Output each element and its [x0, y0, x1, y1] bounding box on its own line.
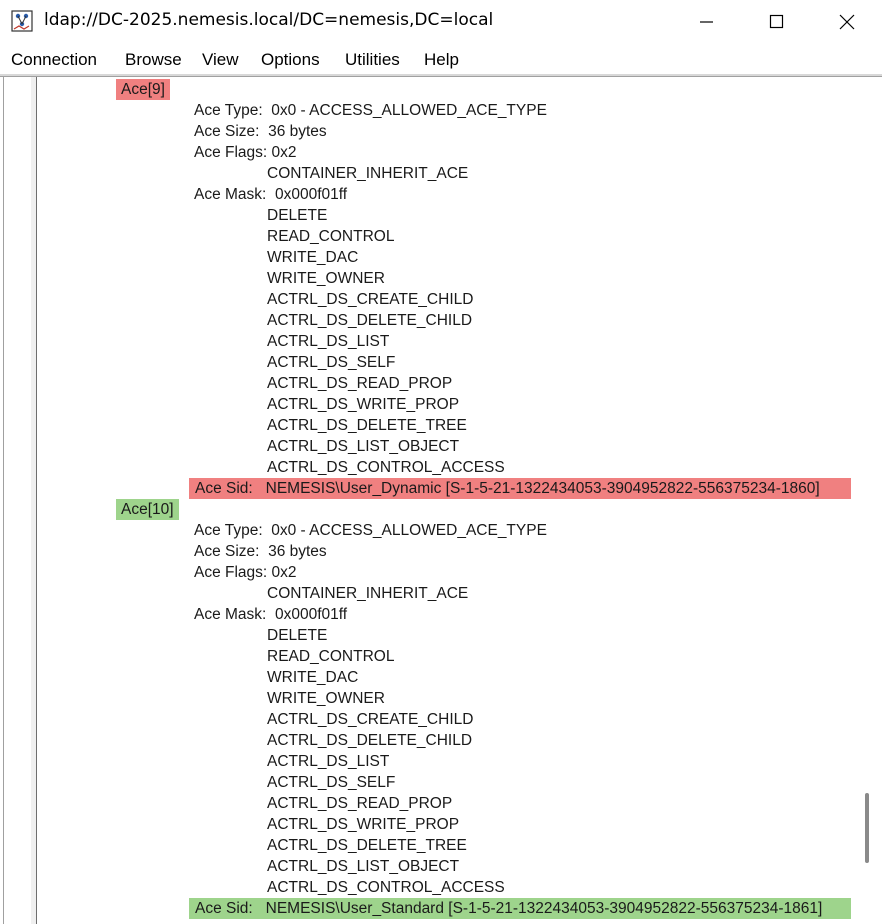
ace-type-line: Ace Type: 0x0 - ACCESS_ALLOWED_ACE_TYPE	[194, 102, 547, 119]
minimize-icon	[700, 21, 713, 23]
ace-right-value: ACTRL_DS_LIST	[267, 753, 390, 770]
minimize-button[interactable]	[674, 0, 740, 44]
ace-right-value: ACTRL_DS_SELF	[267, 774, 396, 791]
ace-right-value: ACTRL_DS_LIST_OBJECT	[267, 438, 460, 455]
ace-flags-line: Ace Flags: 0x2	[194, 144, 297, 161]
ace-right-value: ACTRL_DS_DELETE_TREE	[267, 837, 467, 854]
ace-right-value: DELETE	[267, 627, 328, 644]
ace-flags-line: Ace Flags: 0x2	[194, 564, 297, 581]
ace-right-value: ACTRL_DS_WRITE_PROP	[267, 396, 460, 413]
output-pane[interactable]: Ace[9] Ace Type: 0x0 - ACCESS_ALLOWED_ACE…	[37, 77, 854, 924]
ace-sid-line: Ace Sid: NEMESIS\User_Standard [S-1-5-21…	[189, 898, 851, 919]
tree-pane[interactable]	[0, 77, 32, 924]
ace-right-value: ACTRL_DS_LIST	[267, 333, 390, 350]
ace-flag-value: CONTAINER_INHERIT_ACE	[267, 165, 469, 182]
close-button[interactable]	[814, 0, 880, 44]
ace-right-value: ACTRL_DS_READ_PROP	[267, 375, 453, 392]
title-bar[interactable]: ldap://DC-2025.nemesis.local/DC=nemesis,…	[0, 0, 882, 44]
ace-right-value: ACTRL_DS_DELETE_TREE	[267, 417, 467, 434]
ace-size-line: Ace Size: 36 bytes	[194, 543, 327, 560]
menu-browse[interactable]: Browse	[125, 50, 182, 70]
ace-right-value: WRITE_OWNER	[267, 690, 385, 707]
menu-view[interactable]: View	[202, 50, 239, 70]
maximize-button[interactable]	[744, 0, 810, 44]
menu-utilities[interactable]: Utilities	[345, 50, 400, 70]
ace-right-value: ACTRL_DS_CREATE_CHILD	[267, 711, 474, 728]
ace-right-value: ACTRL_DS_CREATE_CHILD	[267, 291, 474, 308]
ace-size-line: Ace Size: 36 bytes	[194, 123, 327, 140]
tree-pane-border	[3, 77, 4, 924]
ace-type-line: Ace Type: 0x0 - ACCESS_ALLOWED_ACE_TYPE	[194, 522, 547, 539]
ace-right-value: ACTRL_DS_CONTROL_ACCESS	[267, 459, 505, 476]
ace-right-value: ACTRL_DS_DELETE_CHILD	[267, 312, 473, 329]
menu-connection[interactable]: Connection	[11, 50, 97, 70]
ace-right-value: ACTRL_DS_LIST_OBJECT	[267, 858, 460, 875]
menu-options[interactable]: Options	[261, 50, 320, 70]
ace-header: Ace[9]	[116, 79, 170, 100]
ace-right-value: ACTRL_DS_READ_PROP	[267, 795, 453, 812]
ace-right-value: ACTRL_DS_SELF	[267, 354, 396, 371]
vertical-scrollbar[interactable]	[854, 77, 882, 924]
ace-right-value: ACTRL_DS_CONTROL_ACCESS	[267, 879, 505, 896]
ace-right-value: ACTRL_DS_WRITE_PROP	[267, 816, 460, 833]
ace-sid-line: Ace Sid: NEMESIS\User_Dynamic [S-1-5-21-…	[189, 478, 851, 499]
ace-right-value: DELETE	[267, 207, 328, 224]
ace-right-value: READ_CONTROL	[267, 648, 395, 665]
ace-right-value: WRITE_DAC	[267, 249, 359, 266]
scrollbar-thumb[interactable]	[865, 793, 869, 863]
ace-right-value: READ_CONTROL	[267, 228, 395, 245]
menu-help[interactable]: Help	[424, 50, 459, 70]
ace-right-value: WRITE_OWNER	[267, 270, 385, 287]
window-title: ldap://DC-2025.nemesis.local/DC=nemesis,…	[44, 10, 494, 30]
menu-bar: Connection Browse View Options Utilities…	[0, 44, 882, 75]
close-icon	[839, 14, 855, 30]
ace-right-value: ACTRL_DS_DELETE_CHILD	[267, 732, 473, 749]
maximize-icon	[769, 14, 784, 29]
ace-mask-line: Ace Mask: 0x000f01ff	[194, 606, 348, 623]
ace-header: Ace[10]	[116, 499, 179, 520]
ace-right-value: WRITE_DAC	[267, 669, 359, 686]
ace-flag-value: CONTAINER_INHERIT_ACE	[267, 585, 469, 602]
ace-mask-line: Ace Mask: 0x000f01ff	[194, 186, 348, 203]
ldp-app-icon	[11, 10, 33, 32]
